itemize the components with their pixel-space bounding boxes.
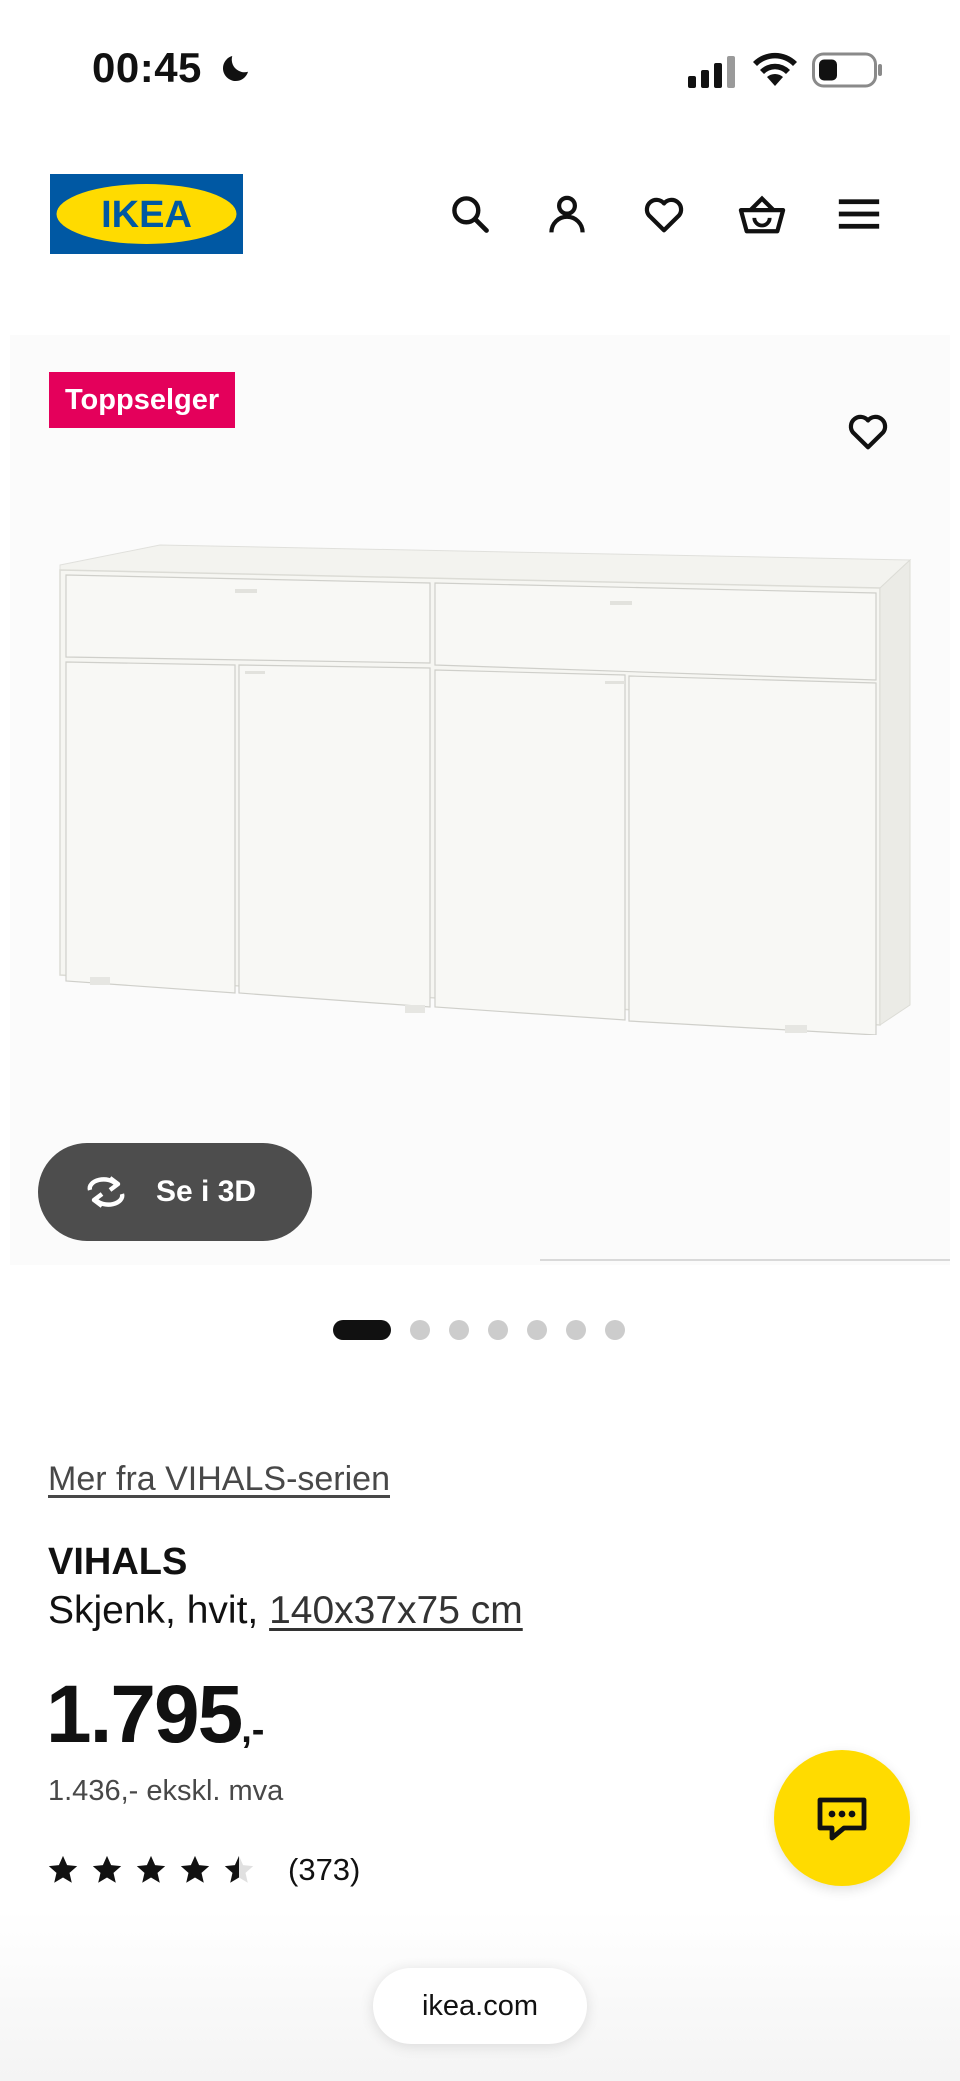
star-full-icon [48,1855,78,1883]
star-full-icon [180,1855,210,1883]
carousel-dot-2[interactable] [410,1320,430,1340]
add-to-favourites-button[interactable] [832,395,904,467]
basket-icon[interactable] [732,184,792,244]
star-full-icon [92,1855,122,1883]
product-rating[interactable]: (373) [46,1852,360,1888]
moon-icon [222,56,248,82]
chat-icon [817,1797,867,1841]
heart-icon[interactable] [634,184,694,244]
status-bar: 00:45 [0,0,960,120]
product-name: VIHALS [48,1541,188,1583]
chat-button[interactable] [774,1750,910,1886]
star-full-icon [136,1855,166,1883]
carousel-dot-4[interactable] [488,1320,508,1340]
product-gallery[interactable]: Toppselger Se i 3D [10,335,950,1265]
product-type-text: Skjenk, hvit, [48,1589,270,1632]
browser-url-pill[interactable]: ikea.com [373,1968,587,2044]
product-image-sideboard [59,544,912,1035]
carousel-dot-1[interactable] [333,1320,391,1340]
top-seller-badge: Toppselger [49,372,236,428]
ikea-logo[interactable]: IKEA [50,174,243,254]
cellular-signal-icon [688,56,735,88]
product-description: Skjenk, hvit, 140x37x75 cm [48,1589,523,1633]
status-time: 00:45 [92,44,202,91]
series-link[interactable]: Mer fra VIHALS-serien [48,1460,390,1499]
price-suffix: ,- [241,1709,265,1751]
rating-stars [46,1853,256,1887]
rotate-3d-icon [87,1176,125,1208]
ikea-logo-image: IKEA [50,174,243,254]
floor-line [540,1259,950,1261]
menu-icon[interactable] [829,184,889,244]
dimensions-link[interactable]: 140x37x75 cm [269,1589,523,1632]
price-excl-vat: 1.436,- ekskl. mva [48,1775,284,1807]
svg-text:IKEA: IKEA [101,194,192,236]
heart-icon [848,414,888,450]
carousel-dot-7[interactable] [605,1320,625,1340]
site-header: IKEA [0,160,960,270]
price-value: 1.795 [46,1669,243,1760]
star-half-icon [224,1855,254,1883]
carousel-dot-6[interactable] [566,1320,586,1340]
account-icon[interactable] [537,184,597,244]
battery-icon [812,52,882,88]
carousel-dot-5[interactable] [527,1320,547,1340]
view-in-3d-label: Se i 3D [156,1175,257,1208]
review-count: (373) [288,1852,361,1887]
search-icon[interactable] [440,184,500,244]
view-in-3d-button[interactable]: Se i 3D [38,1143,312,1241]
wifi-icon [753,52,797,86]
carousel-pagination [333,1318,625,1342]
carousel-dot-3[interactable] [449,1320,469,1340]
product-price: 1.795,- [46,1668,264,1762]
